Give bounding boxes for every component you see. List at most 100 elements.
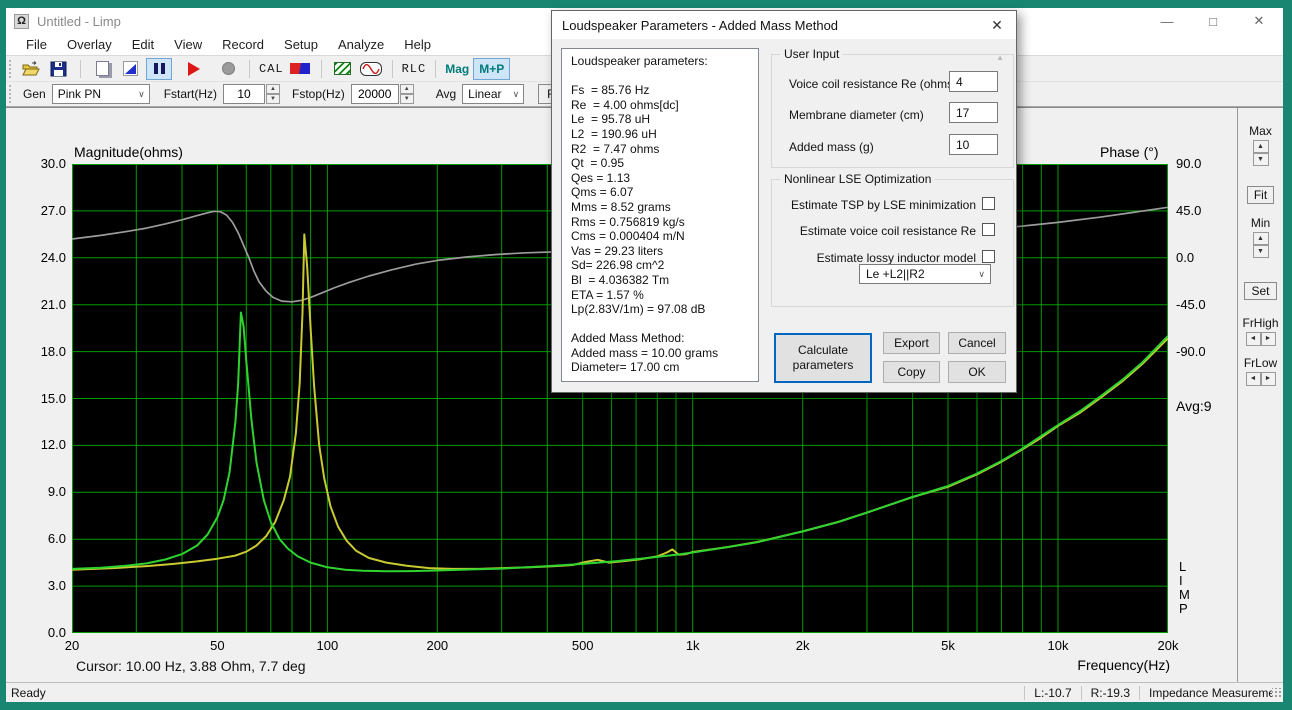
- menu-item-edit[interactable]: Edit: [122, 35, 164, 55]
- sine-wave-icon: [360, 62, 382, 76]
- close-button[interactable]: ✕: [1251, 13, 1267, 29]
- menu-item-file[interactable]: File: [16, 35, 57, 55]
- added-mass-input[interactable]: 10: [949, 134, 998, 155]
- fstart-stepper[interactable]: ▲▼: [223, 84, 280, 104]
- fstop-input[interactable]: [351, 84, 399, 104]
- estimate-inductor-checkbox[interactable]: [982, 250, 995, 263]
- re-input-label: Voice coil resistance Re (ohms): [789, 77, 957, 91]
- toolbar-separator: [321, 60, 322, 78]
- limp-application-window: Ω Untitled - Limp — □ ✕ FileOverlayEditV…: [0, 0, 1292, 710]
- nyquist-button[interactable]: [331, 58, 355, 80]
- rlc-button[interactable]: RLC: [402, 58, 427, 80]
- copy-button[interactable]: Copy: [883, 361, 940, 383]
- x-tick-1k: 1k: [686, 638, 700, 653]
- menu-item-record[interactable]: Record: [212, 35, 274, 55]
- set-button[interactable]: Set: [1244, 282, 1276, 300]
- fstart-label: Fstart(Hz): [164, 87, 217, 101]
- fstop-stepper[interactable]: ▲▼: [351, 84, 414, 104]
- spin-down-icon[interactable]: ▼: [1253, 153, 1269, 166]
- scale-corner-icon: [123, 61, 138, 76]
- toolbar-gripper[interactable]: [9, 85, 11, 103]
- fit-button[interactable]: Fit: [1247, 186, 1274, 204]
- magnitude-view-button[interactable]: Mag: [445, 58, 469, 80]
- play-icon: [188, 62, 200, 76]
- parameters-listbox[interactable]: Loudspeaker parameters: Fs = 85.76 HzRe …: [561, 48, 759, 382]
- spectrum-button[interactable]: [288, 58, 312, 80]
- cancel-button[interactable]: Cancel: [948, 332, 1006, 354]
- parameter-line: [571, 317, 758, 332]
- scale-control-panel: Max ▲▼ Fit Min ▲▼ Set FrHigh ◄► FrLow ◄►: [1237, 108, 1283, 683]
- estimate-re-label: Estimate voice coil resistance Re: [766, 224, 976, 238]
- parameter-line: Diameter= 17.00 cm: [571, 360, 758, 375]
- spin-left-icon[interactable]: ◄: [1246, 332, 1261, 346]
- spin-right-icon[interactable]: ►: [1261, 372, 1276, 386]
- play-button[interactable]: [182, 58, 206, 80]
- avg-label: Avg: [436, 87, 456, 101]
- phase-tick-90.0: 90.0: [1176, 156, 1222, 171]
- copy-button[interactable]: [90, 58, 114, 80]
- frhigh-stepper[interactable]: ◄►: [1246, 332, 1276, 346]
- fstart-input[interactable]: [223, 84, 265, 104]
- x-tick-2k: 2k: [796, 638, 810, 653]
- signal-generator-button[interactable]: [359, 58, 383, 80]
- window-title: Untitled - Limp: [37, 14, 121, 29]
- pause-button[interactable]: [146, 58, 172, 80]
- dialog-title-bar[interactable]: Loudspeaker Parameters - Added Mass Meth…: [552, 11, 1016, 39]
- minimize-button[interactable]: —: [1159, 14, 1175, 29]
- y-tick-12: 12.0: [14, 437, 66, 452]
- spin-down-icon[interactable]: ▼: [266, 94, 280, 104]
- resize-grip[interactable]: [1272, 688, 1282, 698]
- magnitude-phase-view-button[interactable]: M+P: [473, 58, 510, 80]
- spin-up-icon[interactable]: ▲: [266, 84, 280, 94]
- added-mass-input-label: Added mass (g): [789, 140, 874, 154]
- menu-item-analyze[interactable]: Analyze: [328, 35, 394, 55]
- mag-label: Mag: [445, 62, 469, 76]
- menu-item-help[interactable]: Help: [394, 35, 441, 55]
- chevron-down-icon: ∨: [978, 269, 985, 280]
- averaging-value: Linear: [468, 87, 501, 101]
- frlow-stepper[interactable]: ◄►: [1246, 372, 1276, 386]
- parameter-line: Qes = 1.13: [571, 171, 758, 186]
- calibrate-button[interactable]: CAL: [259, 58, 284, 80]
- generator-type-select[interactable]: Pink PN ∨: [52, 84, 150, 104]
- y-tick-24: 24.0: [14, 250, 66, 265]
- spin-up-icon[interactable]: ▲: [400, 84, 414, 94]
- inductor-model-select[interactable]: Le +L2||R2 ∨: [859, 264, 991, 284]
- rlc-label: RLC: [402, 62, 427, 76]
- status-message: Ready: [6, 686, 46, 700]
- export-button[interactable]: Export: [883, 332, 940, 354]
- spin-down-icon[interactable]: ▼: [400, 94, 414, 104]
- max-stepper[interactable]: ▲▼: [1253, 140, 1269, 166]
- calculate-parameters-button[interactable]: Calculate parameters: [774, 333, 872, 383]
- re-input[interactable]: 4: [949, 71, 998, 92]
- y-tick-21: 21.0: [14, 297, 66, 312]
- estimate-tsp-checkbox[interactable]: [982, 197, 995, 210]
- spin-up-icon[interactable]: ▲: [1253, 232, 1269, 245]
- menu-item-view[interactable]: View: [164, 35, 212, 55]
- menu-item-overlay[interactable]: Overlay: [57, 35, 122, 55]
- save-button[interactable]: [47, 58, 71, 80]
- fstop-spin-buttons[interactable]: ▲▼: [400, 84, 414, 104]
- maximize-button[interactable]: □: [1205, 14, 1221, 29]
- spin-up-icon[interactable]: ▲: [1253, 140, 1269, 153]
- ok-button[interactable]: OK: [948, 361, 1006, 383]
- fstart-spin-buttons[interactable]: ▲▼: [266, 84, 280, 104]
- limp-letter: M: [1179, 588, 1190, 602]
- spin-right-icon[interactable]: ►: [1261, 332, 1276, 346]
- parameter-line: L2 = 190.96 uH: [571, 127, 758, 142]
- toolbar-gripper[interactable]: [9, 60, 11, 78]
- menu-item-setup[interactable]: Setup: [274, 35, 328, 55]
- spin-down-icon[interactable]: ▼: [1253, 245, 1269, 258]
- x-tick-10k: 10k: [1048, 638, 1069, 653]
- spin-left-icon[interactable]: ◄: [1246, 372, 1261, 386]
- open-folder-icon: [22, 61, 40, 77]
- diameter-input[interactable]: 17: [949, 102, 998, 123]
- dialog-close-button[interactable]: ✕: [988, 17, 1006, 34]
- scale-button[interactable]: [118, 58, 142, 80]
- open-file-button[interactable]: [19, 58, 43, 80]
- min-stepper[interactable]: ▲▼: [1253, 232, 1269, 258]
- averaging-select[interactable]: Linear ∨: [462, 84, 524, 104]
- record-button[interactable]: [216, 58, 240, 80]
- estimate-re-checkbox[interactable]: [982, 223, 995, 236]
- y-tick-15: 15.0: [14, 391, 66, 406]
